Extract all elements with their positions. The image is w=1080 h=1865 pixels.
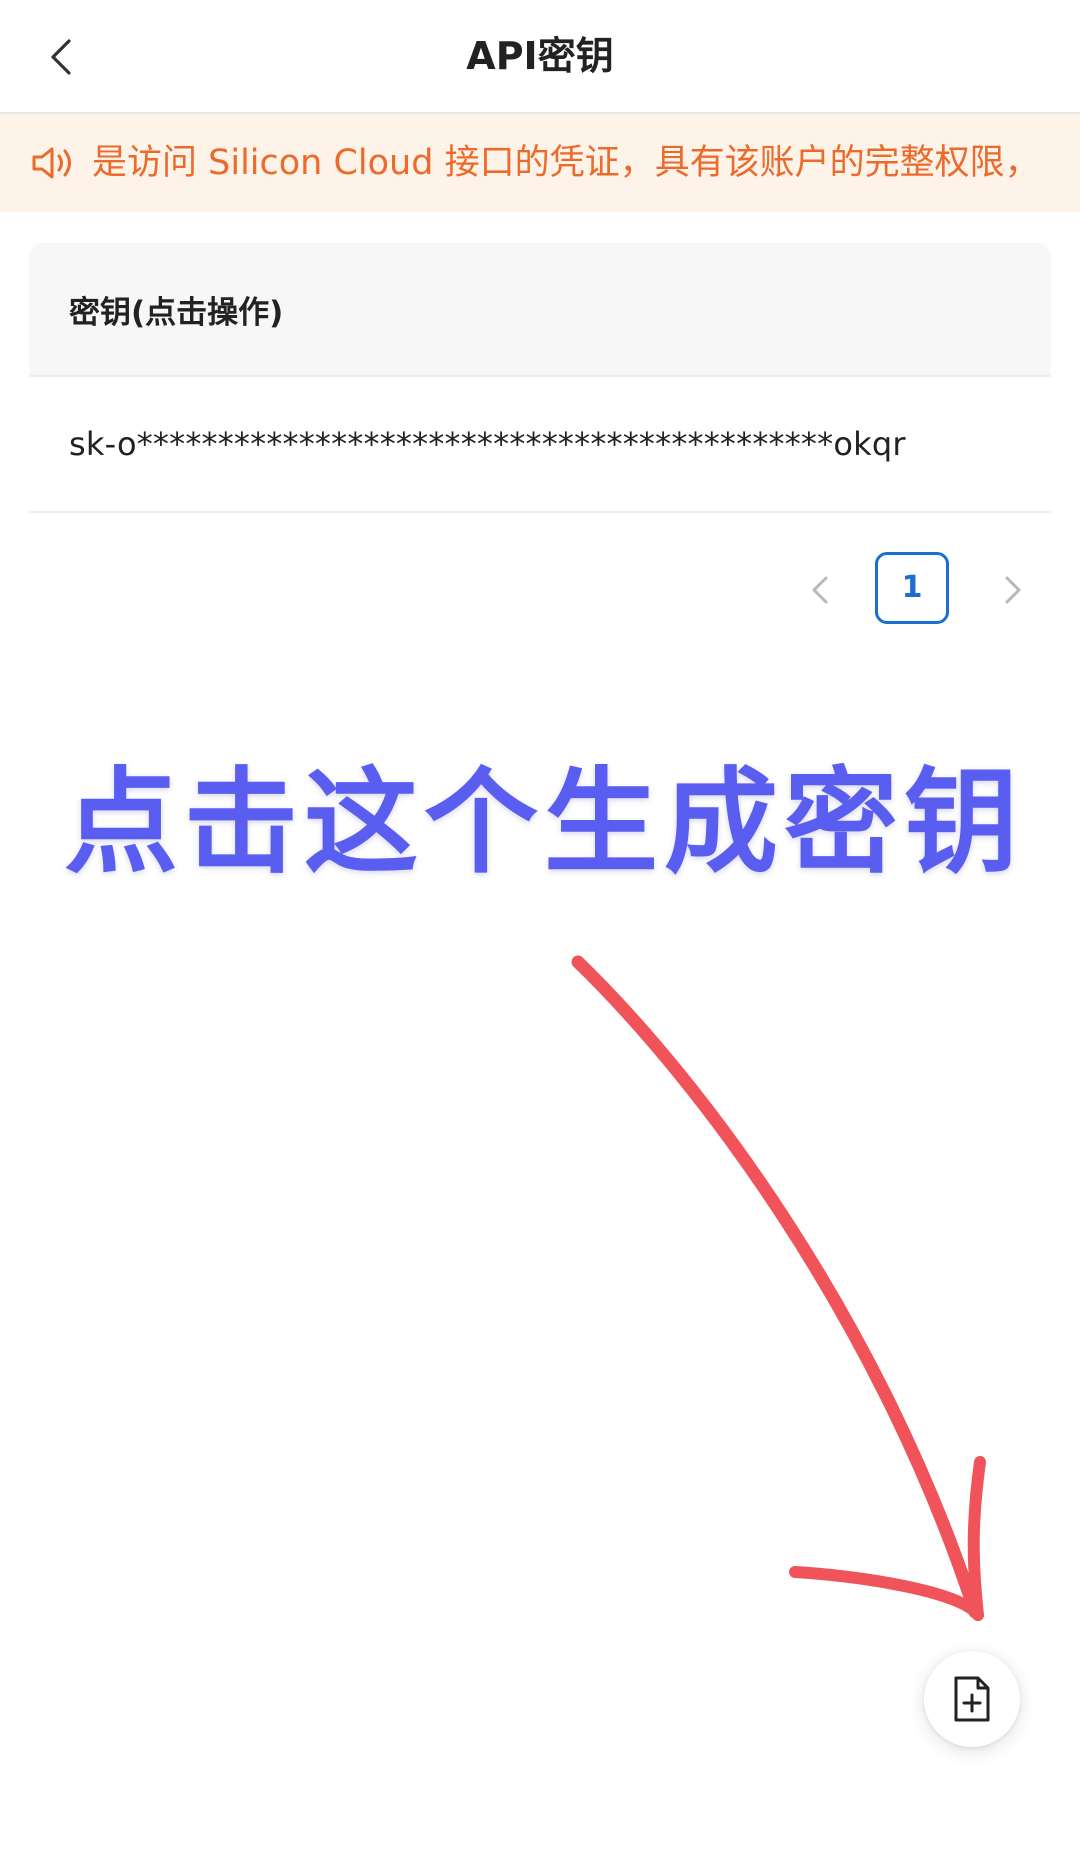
notice-text: 是访问 Silicon Cloud 接口的凭证，具有该账户的完整权限，: [92, 143, 1040, 183]
prev-page-button[interactable]: [800, 570, 840, 610]
file-plus-icon: [954, 1676, 990, 1722]
table-header: 密钥(点击操作): [29, 243, 1051, 377]
pagination: 1: [780, 552, 1060, 628]
api-key-table: 密钥(点击操作) sk-o***************************…: [29, 243, 1051, 513]
chevron-left-icon: [812, 576, 828, 604]
annotation-text: 点击这个生成密钥: [64, 756, 1025, 889]
top-nav-bar: API密钥: [0, 0, 1080, 114]
create-key-button[interactable]: [924, 1651, 1020, 1747]
table-row[interactable]: sk-o************************************…: [29, 377, 1051, 513]
speaker-icon: [32, 147, 71, 179]
notice-bar: 是访问 Silicon Cloud 接口的凭证，具有该账户的完整权限，: [0, 114, 1080, 212]
column-header-key: 密钥(点击操作): [69, 294, 284, 331]
page-title: API密钥: [466, 34, 614, 78]
next-page-button[interactable]: [993, 570, 1033, 610]
chevron-right-icon: [1005, 576, 1021, 604]
page-number-current[interactable]: 1: [875, 552, 949, 624]
api-key-value: sk-o************************************…: [69, 425, 906, 463]
